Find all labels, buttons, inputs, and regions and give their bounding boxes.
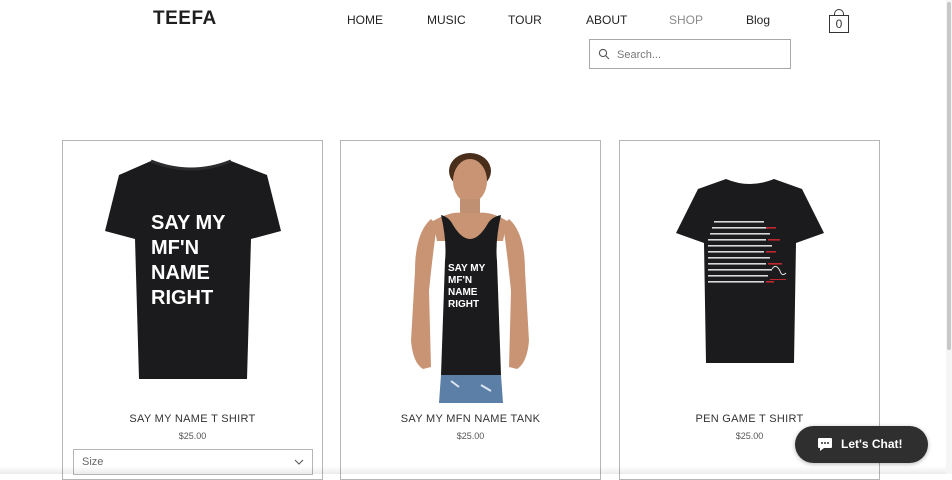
cart-button[interactable]: 0: [829, 9, 849, 33]
search-icon: [598, 48, 610, 60]
cart-count: 0: [829, 15, 849, 33]
product-image: SAY MY MF'N NAME RIGHT: [105, 159, 281, 379]
product-card-say-my-mfn-name-tank[interactable]: SAY MY MF'N NAME RIGHT SAY MY MFN NAME T…: [340, 140, 601, 480]
nav-item-shop[interactable]: SHOP: [669, 13, 703, 27]
nav-item-home[interactable]: HOME: [347, 13, 383, 27]
print-line-1: SAY MY: [448, 263, 486, 274]
chevron-down-icon: [294, 459, 304, 465]
nav-item-tour[interactable]: TOUR: [508, 13, 542, 27]
product-image: [676, 179, 824, 363]
chat-bubble-icon: [818, 438, 832, 451]
scrollbar-thumb[interactable]: [947, 2, 951, 350]
print-line-3: NAME: [151, 262, 210, 284]
print-line-3: NAME: [448, 287, 478, 298]
bottom-fade: [0, 466, 946, 474]
product-card-say-my-name-t-shirt[interactable]: SAY MY MF'N NAME RIGHT SAY MY NAME T SHI…: [62, 140, 323, 480]
product-name[interactable]: PEN GAME T SHIRT: [620, 413, 879, 425]
search-input[interactable]: [615, 45, 789, 65]
product-price: $25.00: [456, 431, 485, 441]
print-line-4: RIGHT: [151, 287, 213, 309]
nav-item-music[interactable]: MUSIC: [427, 13, 466, 27]
lets-chat-button[interactable]: Let's Chat!: [795, 426, 928, 463]
site-logo[interactable]: TEEFA: [153, 8, 217, 30]
search-box[interactable]: [589, 39, 791, 69]
print-line-4: RIGHT: [448, 299, 479, 310]
chat-label: Let's Chat!: [841, 437, 903, 451]
product-price: $25.00: [178, 431, 207, 441]
product-image: SAY MY MF'N NAME RIGHT: [411, 153, 529, 403]
print-line-1: SAY MY: [151, 212, 226, 234]
page-scrollbar[interactable]: [946, 0, 952, 474]
product-name[interactable]: SAY MY MFN NAME TANK: [341, 413, 600, 425]
nav-item-blog[interactable]: Blog: [746, 13, 770, 27]
nav-item-about[interactable]: ABOUT: [586, 13, 627, 27]
print-line-2: MF'N: [151, 237, 199, 259]
print-line-2: MF'N: [448, 275, 472, 286]
product-name[interactable]: SAY MY NAME T SHIRT: [63, 413, 322, 425]
